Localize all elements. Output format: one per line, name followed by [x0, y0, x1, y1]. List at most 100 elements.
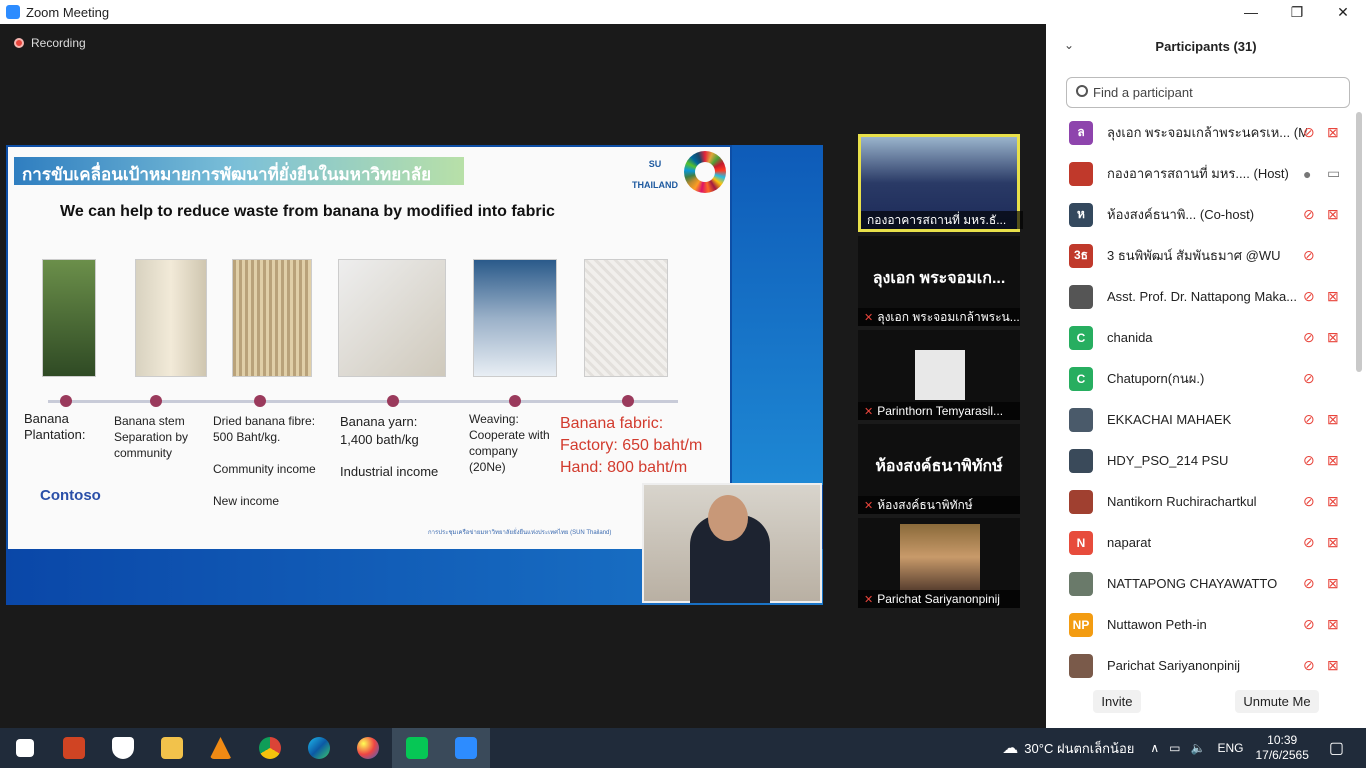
weather-icon[interactable]: ☁	[1002, 738, 1018, 758]
mic-muted-icon[interactable]: ⊘	[1303, 124, 1315, 141]
line-icon[interactable]	[392, 728, 441, 768]
camera-icon[interactable]: ▭	[1327, 165, 1340, 182]
stage-yarn: Banana yarn: 1,400 bath/kg Industrial inco…	[340, 414, 439, 479]
camera-off-icon[interactable]: ⊠	[1327, 411, 1339, 428]
participant-row[interactable]: C Chatuporn(กนผ.) ⊘	[1046, 358, 1358, 399]
file-explorer-icon[interactable]	[147, 728, 196, 768]
speaker-video[interactable]	[642, 483, 822, 603]
camera-off-icon[interactable]: ⊠	[1327, 657, 1339, 674]
zoom-app-icon	[6, 5, 20, 19]
stage-fabric: Banana fabric: Factory: 650 baht/m Hand: 8…	[560, 415, 703, 476]
windows-start-icon[interactable]	[0, 728, 49, 768]
chrome-icon[interactable]	[245, 728, 294, 768]
mic-muted-icon[interactable]: ⊘	[1303, 411, 1315, 428]
avatar	[1069, 571, 1093, 596]
unmute-me-button[interactable]: Unmute Me	[1235, 690, 1319, 713]
mic-icon[interactable]: ●	[1303, 166, 1311, 182]
mic-muted-icon[interactable]: ⊘	[1303, 452, 1315, 469]
participant-row[interactable]: NATTAPONG CHAYAWATTO ⊘ ⊠	[1046, 563, 1358, 604]
avatar: N	[1069, 530, 1093, 555]
edge-icon[interactable]	[294, 728, 343, 768]
participant-row[interactable]: Cchanida ⊘ ⊠	[1046, 317, 1358, 358]
speaker-head	[708, 495, 748, 541]
defender-icon[interactable]	[98, 728, 147, 768]
participant-name: EKKACHAI MAHAEK	[1107, 412, 1232, 427]
close-button[interactable]: ✕	[1320, 0, 1366, 24]
mic-muted-icon[interactable]: ⊘	[1303, 493, 1315, 510]
paint-icon[interactable]	[343, 728, 392, 768]
camera-off-icon[interactable]: ⊠	[1327, 616, 1339, 633]
camera-off-icon[interactable]: ⊠	[1327, 493, 1339, 510]
zoom-icon[interactable]	[441, 728, 490, 768]
tile-name: ✕ Parichat Sariyanonpinij	[858, 590, 1020, 608]
video-tile[interactable]: ลุงเอก พระจอมเก... ✕ ลุงเอก พระจอมเกล้าพร…	[858, 236, 1020, 326]
video-tile[interactable]: ✕ Parinthorn Temyarasil...	[858, 330, 1020, 420]
camera-off-icon[interactable]: ⊠	[1327, 575, 1339, 592]
participant-name: Chatuporn(กนผ.)	[1107, 371, 1205, 386]
powerpoint-icon[interactable]	[49, 728, 98, 768]
participant-row[interactable]: NP Nuttawon Peth-in ⊘ ⊠	[1046, 604, 1358, 645]
participant-row[interactable]: Nnaparat ⊘ ⊠	[1046, 522, 1358, 563]
weather-text[interactable]: 30°C ฝนตกเล็กน้อย	[1024, 738, 1134, 759]
mic-muted-icon[interactable]: ⊘	[1303, 575, 1315, 592]
video-tile[interactable]: ✕ Parichat Sariyanonpinij	[858, 518, 1020, 608]
video-tile[interactable]: ห้องสงค์ธนาพิทักษ์ ✕ ห้องสงค์ธนาพิทักษ์	[858, 424, 1020, 514]
participant-row[interactable]: 3ธ 3 ธนพิพัฒน์ สัมพันธมาศ @WU ⊘	[1046, 235, 1358, 276]
participant-row[interactable]: Nantikorn Ruchirachartkul ⊘ ⊠	[1046, 481, 1358, 522]
value-chain-timeline	[48, 400, 678, 403]
camera-off-icon[interactable]: ⊠	[1327, 288, 1339, 305]
camera-off-icon[interactable]: ⊠	[1327, 534, 1339, 551]
timeline-dot	[150, 395, 162, 407]
minimize-button[interactable]: —	[1228, 0, 1274, 24]
mic-muted-icon[interactable]: ⊘	[1303, 206, 1315, 223]
mic-muted-icon[interactable]: ⊘	[1303, 288, 1315, 305]
network-icon[interactable]: ▭	[1169, 741, 1180, 755]
participant-photo	[900, 524, 980, 590]
vlc-icon[interactable]	[196, 728, 245, 768]
participants-title: Participants (31)	[1155, 38, 1257, 54]
participant-name: 3 ธนพิพัฒน์ สัมพันธมาศ @WU	[1107, 248, 1281, 263]
invite-button[interactable]: Invite	[1093, 690, 1141, 713]
participant-row[interactable]: กองอาคารสถานที่ มหร.... (Host) ● ▭	[1046, 153, 1358, 194]
mic-muted-icon[interactable]: ⊘	[1303, 370, 1315, 387]
participant-search-input[interactable]: Find a participant	[1066, 77, 1350, 108]
contoso-logo: Contoso	[40, 487, 101, 504]
window-titlebar: Zoom Meeting	[0, 0, 1046, 24]
language-indicator[interactable]: ENG	[1217, 741, 1243, 755]
participant-row[interactable]: Parichat Sariyanonpinij ⊘ ⊠	[1046, 645, 1358, 686]
mic-muted-icon[interactable]: ⊘	[1303, 616, 1315, 633]
tile-display-name: ลุงเอก พระจอมเก...	[872, 270, 1006, 287]
tile-display-name: ห้องสงค์ธนาพิทักษ์	[875, 458, 1003, 475]
maximize-button[interactable]: ❐	[1274, 0, 1320, 24]
camera-off-icon[interactable]: ⊠	[1327, 124, 1339, 141]
participant-row[interactable]: ห ห้องสงค์ธนาพิ... (Co-host) ⊘ ⊠	[1046, 194, 1358, 235]
camera-off-icon[interactable]: ⊠	[1327, 206, 1339, 223]
slide-content: การขับเคลื่อนเป้าหมายการพัฒนาที่ยั่งยืนใ…	[8, 147, 730, 549]
participant-name: Parichat Sariyanonpinij	[1107, 658, 1240, 673]
slide-decor-panel	[732, 145, 823, 485]
camera-off-icon[interactable]: ⊠	[1327, 452, 1339, 469]
record-icon	[14, 38, 24, 48]
clock[interactable]: 10:39 17/6/2565	[1255, 733, 1308, 763]
participant-name: Nuttawon Peth-in	[1107, 617, 1207, 632]
recording-indicator[interactable]: Recording	[14, 36, 86, 50]
tray-overflow-icon[interactable]: ∧	[1150, 741, 1159, 755]
participant-row[interactable]: HDY_PSO_214 PSU ⊘ ⊠	[1046, 440, 1358, 481]
participant-row[interactable]: Asst. Prof. Dr. Nattapong Maka... ⊘ ⊠	[1046, 276, 1358, 317]
mic-muted-icon[interactable]: ⊘	[1303, 534, 1315, 551]
participant-row[interactable]: EKKACHAI MAHAEK ⊘ ⊠	[1046, 399, 1358, 440]
participant-row[interactable]: ล ลุงเอก พระจอมเกล้าพระนครเห... (Me)⊘ ⊠	[1046, 112, 1358, 153]
stage-fibre: Dried banana fibre: 500 Baht/kg. Community…	[213, 414, 316, 508]
video-tile[interactable]: กองอาคารสถานที่ มหร.ธั...	[858, 134, 1023, 232]
timeline-dot	[254, 395, 266, 407]
weaving-photo	[473, 259, 557, 377]
notification-icon[interactable]: ▢	[1329, 738, 1344, 758]
speaker-icon[interactable]: 🔈	[1191, 741, 1206, 755]
mic-muted-icon[interactable]: ⊘	[1303, 657, 1315, 674]
participant-list-scrollbar[interactable]	[1356, 112, 1362, 372]
camera-off-icon[interactable]: ⊠	[1327, 329, 1339, 346]
tile-name: กองอาคารสถานที่ มหร.ธั...	[861, 211, 1023, 229]
mic-muted-icon[interactable]: ⊘	[1303, 329, 1315, 346]
mic-muted-icon[interactable]: ⊘	[1303, 247, 1315, 264]
search-icon	[1076, 85, 1088, 97]
